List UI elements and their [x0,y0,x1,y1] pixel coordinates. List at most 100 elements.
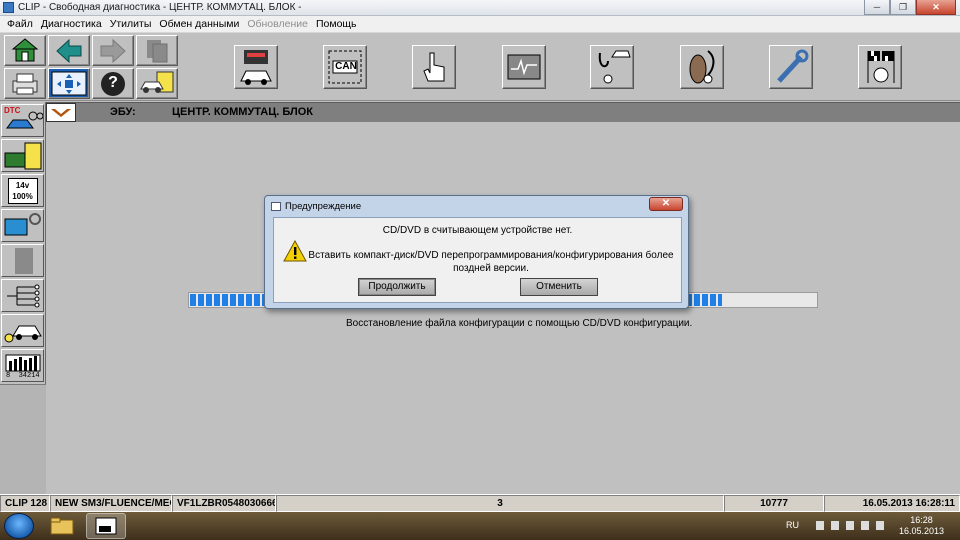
taskbar-explorer[interactable] [42,513,82,539]
can-label: CAN [335,61,357,72]
flag-icon[interactable] [831,521,839,530]
ecu-label: ЭБУ: [110,106,136,118]
status-datetime: 16.05.2013 16:28:11 [824,495,960,512]
car-report-icon [140,71,174,93]
start-button[interactable] [4,513,34,539]
charge-value: 100% [12,191,33,201]
menu-help[interactable]: Помощь [312,18,361,30]
dialog-title: Предупреждение [285,201,362,212]
arrow-right-icon [100,38,126,64]
printer-icon [12,73,38,95]
window-controls: ─ ❐ ✕ [864,0,956,16]
volume-icon[interactable] [876,521,884,530]
clip-app-icon [95,517,117,535]
dialog-message-line1: CD/DVD в считывающем устройстве нет. [382,225,573,236]
arrow-left-icon [56,38,82,64]
ecu-name: ЦЕНТР. КОММУТАЦ. БЛОК [172,106,314,118]
sidebar: DTC 14v 100% 8 34214 [0,102,46,494]
logo-icon [51,108,71,117]
tray-arrow-icon[interactable] [816,521,824,530]
folder-icon [50,517,74,535]
status-number: 3 [276,495,724,512]
clock[interactable]: 16:28 16.05.2013 [899,515,944,537]
sidebar-battery[interactable]: 14v 100% [1,174,44,207]
network-icon[interactable] [861,521,869,530]
toolbar: ? CAN [0,33,960,101]
finish-button[interactable] [858,45,902,89]
minimize-button[interactable]: ─ [864,0,890,15]
vehicle-report-button[interactable] [136,68,178,99]
ecu-header: ЭБУ: ЦЕНТР. КОММУТАЦ. БЛОК [46,102,960,122]
sidebar-computer-settings[interactable] [1,209,44,242]
dialog-window-icon [271,202,281,211]
help-glyph: ? [108,74,118,91]
documents-icon [147,40,168,63]
counter-value: 8 34214 [6,372,40,380]
sidebar-documents [1,244,44,277]
power-icon[interactable] [846,521,854,530]
sidebar-vehicle-config[interactable] [1,314,44,347]
home-button[interactable] [4,35,46,66]
stethoscope-car-icon [598,50,631,84]
oscilloscope-icon [507,54,541,80]
menu-file[interactable]: Файл [3,18,37,30]
car-config-icon [4,325,42,342]
sidebar-connector[interactable] [1,279,44,312]
status-vin: VF1LZBR0548030666 [172,495,276,512]
home-icon [11,38,39,62]
forward-button [92,35,134,66]
continue-button[interactable]: Продолжить [358,278,436,296]
window-title: CLIP - Свободная диагностика - ЦЕНТР. КО… [18,2,302,13]
warning-dialog: Предупреждение ✕ CD/DVD в считывающем ус… [264,195,689,309]
measurements-button[interactable] [502,45,546,89]
renault-logo [46,103,76,122]
help-button[interactable]: ? [92,68,134,99]
dtc-clear-icon [4,142,41,169]
navigate-button[interactable] [48,68,90,99]
taskbar-clip-app[interactable] [86,513,126,539]
language-indicator[interactable]: RU [786,520,799,530]
app-icon [3,2,14,13]
dtc-label: DTC [4,106,21,115]
maximize-button[interactable]: ❐ [890,0,916,15]
dialog-message-line2: Вставить компакт-диск/DVD перепрограммир… [308,250,674,274]
clock-time: 16:28 [910,515,933,525]
voltage-value: 14v [15,180,30,190]
menu-bar: Файл Диагностика Утилиты Обмен данными О… [0,16,960,33]
sidebar-dtc-clear[interactable] [1,139,44,172]
can-network-button[interactable]: CAN [323,45,367,89]
print-button[interactable] [4,68,46,99]
checkered-flags-icon [867,51,895,83]
status-text: Восстановление файла конфигурации с помо… [346,318,693,329]
back-button[interactable] [48,35,90,66]
car-scanner-icon [240,50,272,85]
status-bar: CLIP 128 NEW SM3/FLUENCE/MEGA VF1LZBR054… [0,494,960,512]
warning-icon [283,240,307,262]
menu-data-exchange[interactable]: Обмен данными [155,18,243,30]
body-diagnostics-button[interactable] [680,45,724,89]
status-vehicle: NEW SM3/FLUENCE/MEGA [50,495,172,512]
repair-button[interactable] [769,45,813,89]
connector-pins-icon [6,284,39,307]
status-code: 10777 [724,495,824,512]
manual-action-button[interactable] [412,45,456,89]
battery-display: 14v 100% [7,177,38,204]
cancel-button[interactable]: Отменить [520,278,598,296]
wrench-icon [777,49,809,83]
close-button[interactable]: ✕ [916,0,956,15]
taskbar: RU 16:28 16.05.2013 [0,512,960,540]
dialog-body: CD/DVD в считывающем устройстве нет. Вст… [273,217,682,303]
sidebar-dtc-read[interactable]: DTC [1,104,44,137]
dialog-close-button[interactable]: ✕ [649,197,683,211]
status-clip: CLIP 128 [0,495,50,512]
menu-update: Обновление [247,18,308,30]
documents-icon [14,247,33,274]
move-arrows-icon [51,71,87,96]
sidebar-counter[interactable]: 8 34214 [1,349,44,382]
toolbar-nav-group: ? [4,35,182,99]
ecu-scan-button[interactable] [234,45,278,89]
menu-diagnostics[interactable]: Диагностика [37,18,106,30]
menu-utilities[interactable]: Утилиты [106,18,156,30]
copy-button [136,35,178,66]
vehicle-diagnostics-button[interactable] [590,45,634,89]
